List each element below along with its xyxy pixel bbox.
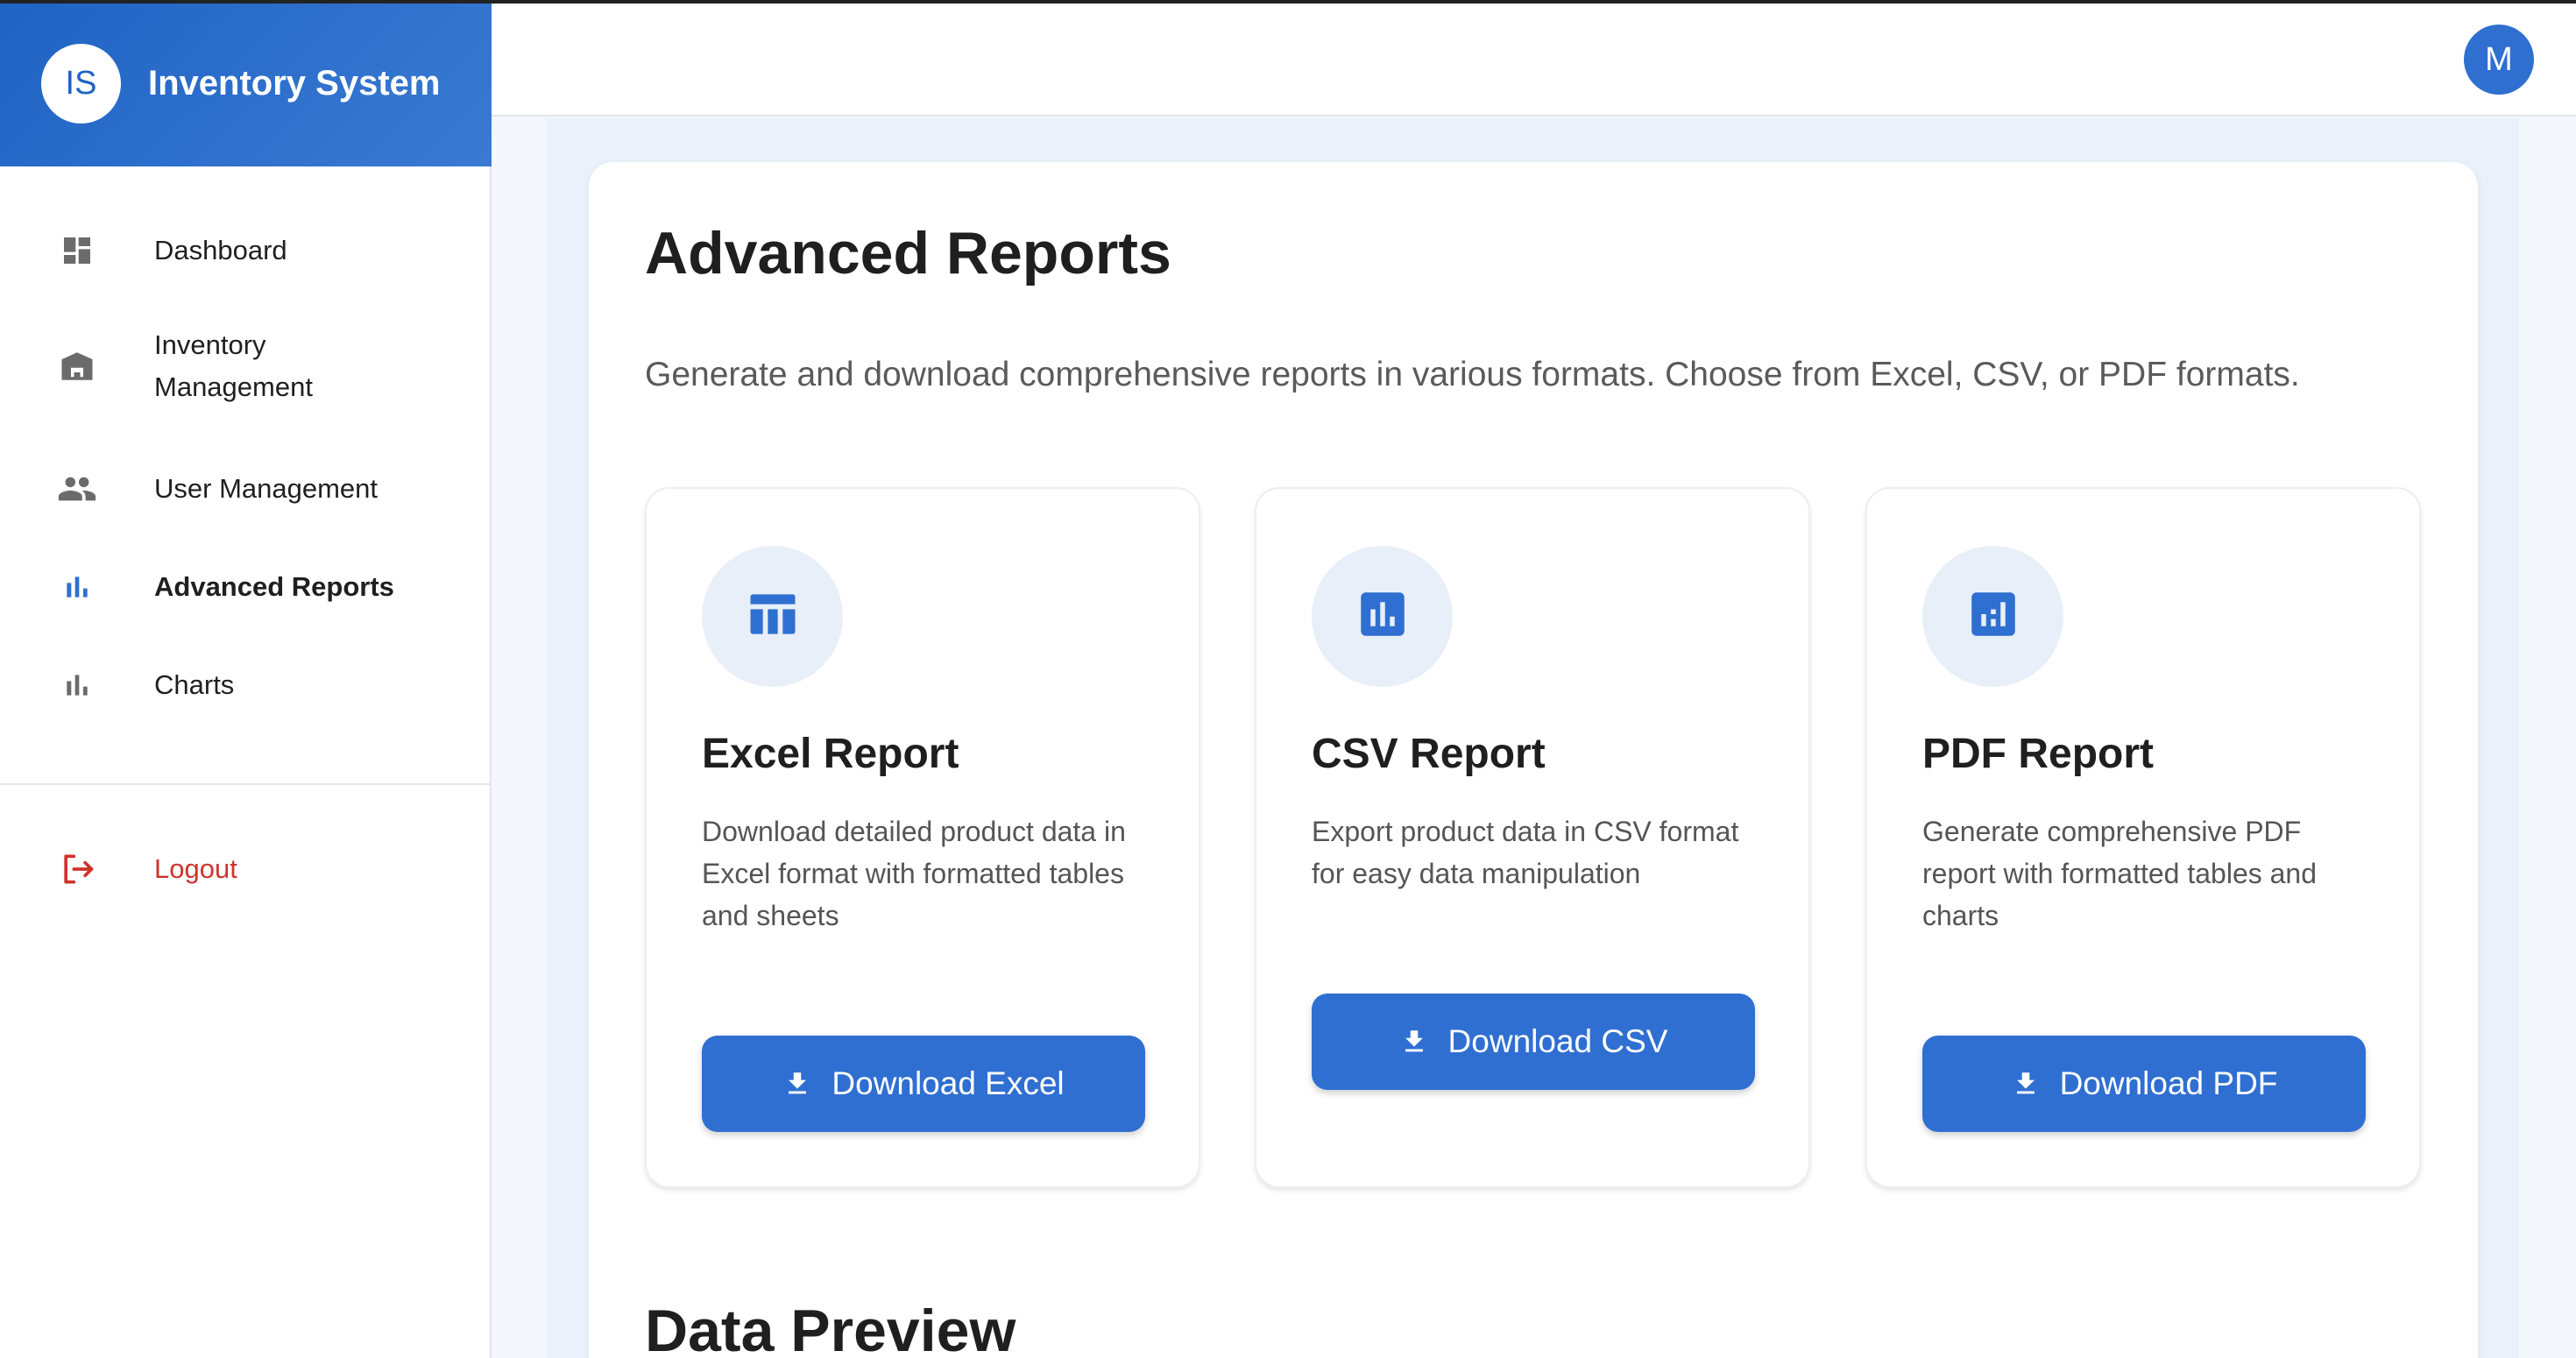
bar-chart-icon — [56, 566, 98, 608]
avatar[interactable]: M — [2464, 25, 2534, 95]
page-title: Advanced Reports — [645, 220, 1171, 286]
card-description: Download detailed product data in Excel … — [702, 816, 1126, 931]
card-icon-circle — [1922, 546, 2063, 687]
sidebar-item-label: Dashboard — [154, 235, 287, 265]
page-description: Generate and download comprehensive repo… — [645, 356, 2300, 393]
sidebar-item-label: User Management — [154, 473, 379, 504]
card-icon-circle — [1312, 546, 1453, 687]
brand-header[interactable]: IS Inventory System — [0, 0, 492, 166]
button-label: Download Excel — [832, 1065, 1065, 1101]
table-icon — [743, 584, 803, 648]
card-title: PDF Report — [1922, 731, 2154, 777]
card-description: Export product data in CSV format for ea… — [1312, 816, 1739, 889]
download-icon — [1399, 1027, 1429, 1057]
sidebar-item-label: Logout — [154, 853, 237, 884]
download-icon — [2011, 1069, 2041, 1099]
download-icon — [782, 1069, 812, 1099]
dashboard-icon — [56, 230, 98, 272]
top-app-bar: M — [492, 0, 2576, 117]
sidebar-item-dashboard[interactable]: Dashboard — [0, 230, 490, 272]
sidebar: IS Inventory System Dashboard Inventory … — [0, 0, 492, 1358]
analytics-box-icon — [1964, 585, 2022, 647]
sidebar-item-advanced-reports[interactable]: Advanced Reports — [0, 566, 490, 608]
logout-icon — [56, 848, 98, 890]
sidebar-item-label-line2: Management — [154, 371, 313, 402]
excel-report-card: Excel Report Download detailed product d… — [645, 487, 1200, 1188]
sidebar-item-label: Charts — [154, 669, 235, 700]
csv-report-card: CSV Report Export product data in CSV fo… — [1255, 487, 1810, 1188]
button-label: Download PDF — [2059, 1065, 2278, 1101]
sidebar-item-user-management[interactable]: User Management — [0, 468, 490, 510]
card-icon-circle — [702, 546, 843, 687]
sidebar-item-logout[interactable]: Logout — [0, 848, 490, 890]
sidebar-item-label: Advanced Reports — [154, 571, 394, 602]
brand-title: Inventory System — [148, 63, 441, 103]
button-label: Download CSV — [1447, 1023, 1668, 1059]
bar-chart-box-icon — [1354, 585, 1412, 647]
bar-chart-icon — [56, 664, 98, 706]
people-icon — [56, 468, 98, 510]
warehouse-icon — [56, 345, 98, 387]
card-description: Generate comprehensive PDF report with f… — [1922, 816, 2318, 931]
card-title: Excel Report — [702, 731, 959, 777]
sidebar-item-label: Inventory — [154, 329, 266, 360]
sidebar-item-charts[interactable]: Charts — [0, 664, 490, 706]
download-pdf-button[interactable]: Download PDF — [1922, 1036, 2366, 1132]
sidebar-divider — [0, 783, 490, 785]
card-title: CSV Report — [1312, 731, 1546, 777]
sidebar-item-inventory-management[interactable]: Inventory Management — [0, 324, 490, 408]
pdf-report-card: PDF Report Generate comprehensive PDF re… — [1865, 487, 2421, 1188]
window-top-border — [0, 0, 2576, 4]
data-preview-title: Data Preview — [645, 1298, 1016, 1358]
download-excel-button[interactable]: Download Excel — [702, 1036, 1145, 1132]
download-csv-button[interactable]: Download CSV — [1312, 994, 1755, 1090]
brand-logo: IS — [41, 43, 121, 124]
